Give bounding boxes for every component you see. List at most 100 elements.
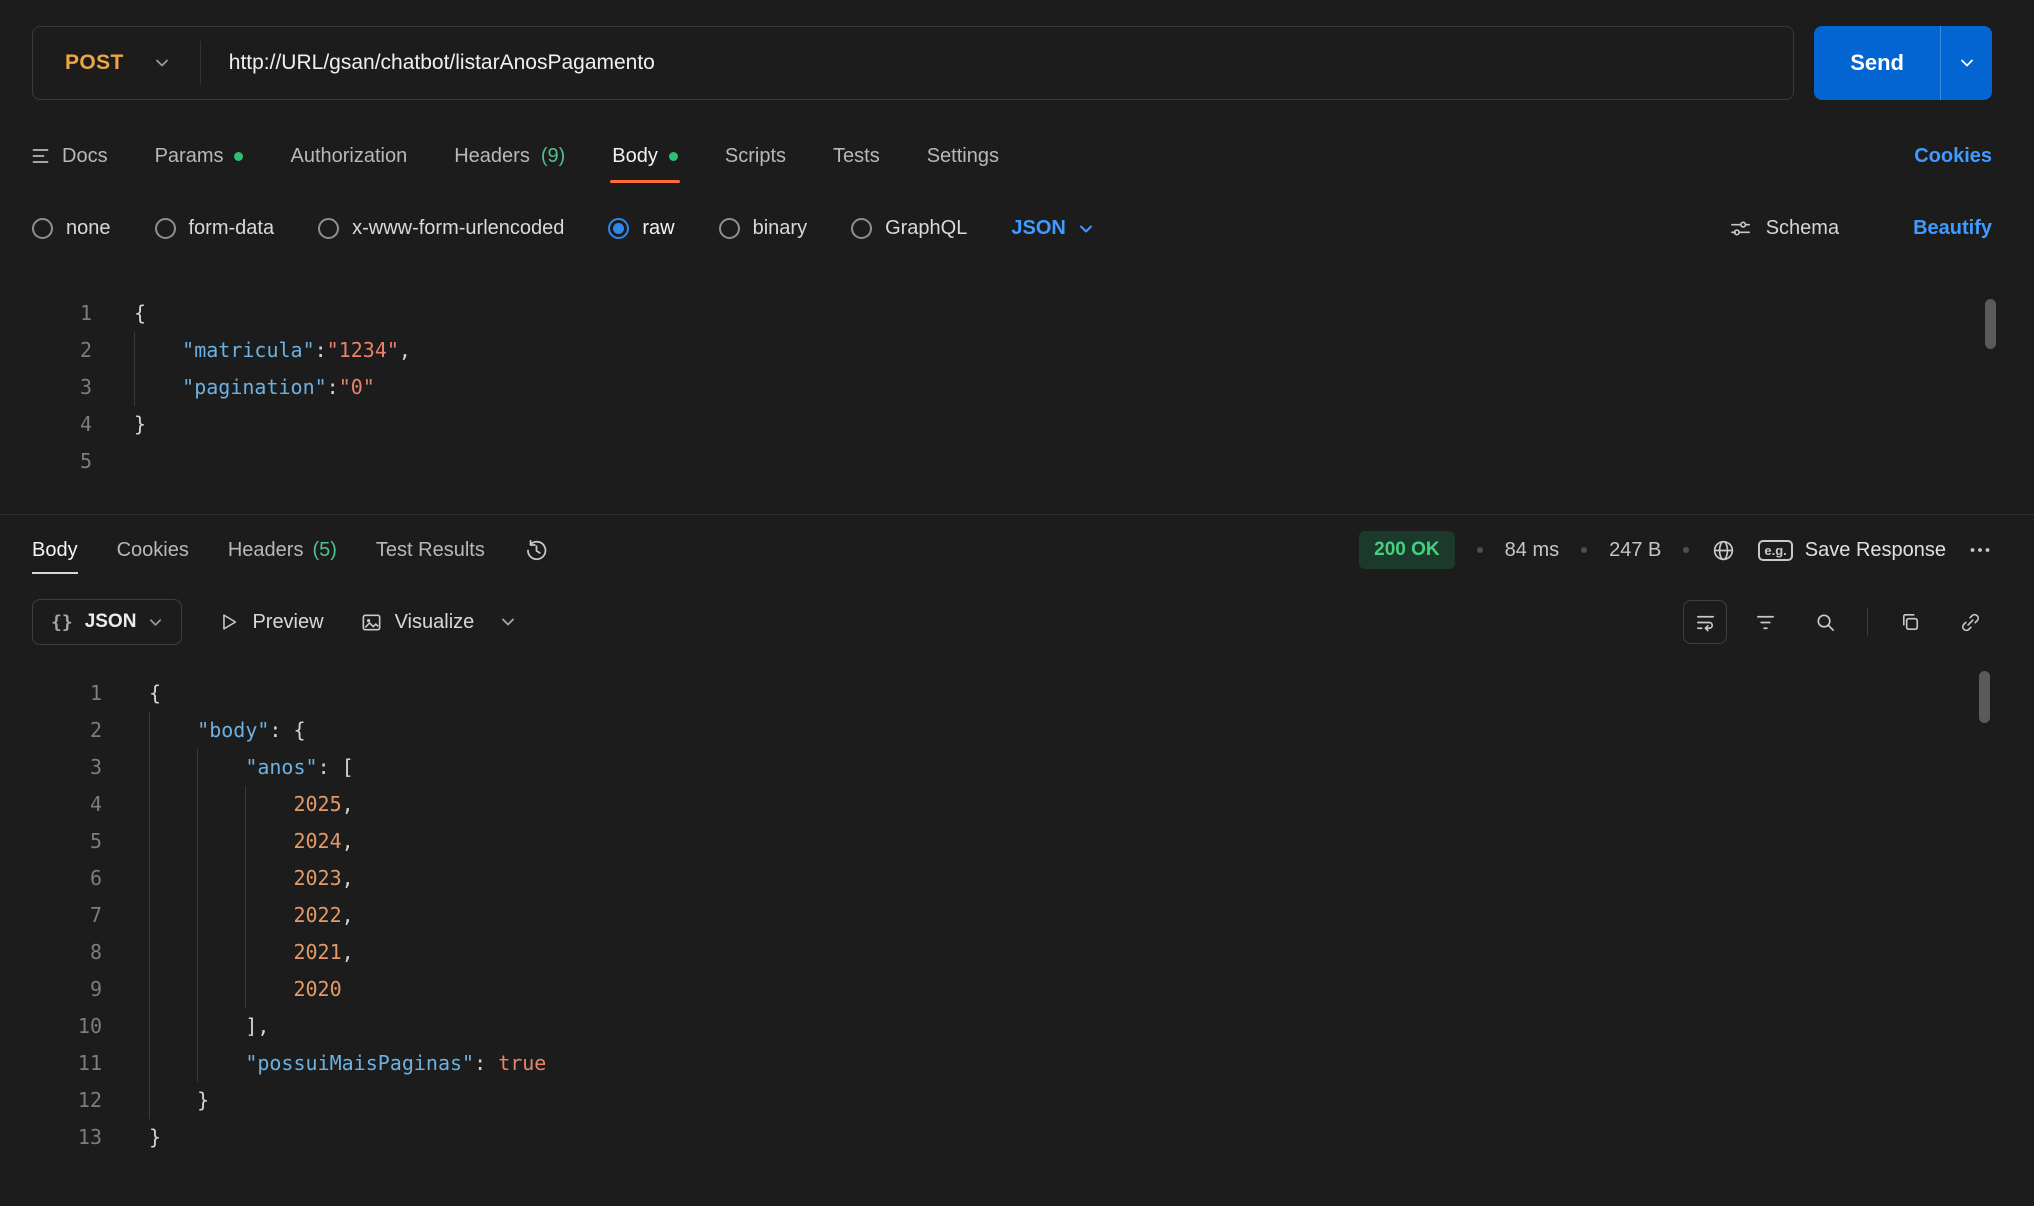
indent-guide [149, 749, 197, 786]
response-tab-cookies[interactable]: Cookies [117, 515, 189, 585]
line-number-gutter: 12345678910111213 [0, 675, 102, 1164]
wrap-text-icon[interactable] [1683, 600, 1727, 644]
radio-checked-icon [608, 218, 629, 239]
globe-icon[interactable] [1711, 538, 1736, 563]
code-line[interactable]: 2024, [149, 823, 546, 860]
preview-label: Preview [252, 611, 323, 634]
chevron-down-icon [1959, 55, 1975, 71]
code-line[interactable]: } [134, 406, 411, 443]
response-body-editor[interactable]: 12345678910111213 {"body": {"anos": [202… [0, 659, 2034, 1164]
indent-guide [149, 712, 197, 749]
code-token: [ [342, 755, 354, 779]
more-options-icon[interactable] [1968, 538, 1992, 562]
beautify-button[interactable]: Beautify [1913, 217, 1992, 240]
copy-icon[interactable] [1888, 600, 1932, 644]
indent-guide [197, 823, 245, 860]
response-tab-body[interactable]: Body [32, 515, 78, 585]
save-response-button[interactable]: e.g. Save Response [1758, 539, 1946, 562]
tab-label: Headers [228, 539, 304, 562]
tab-headers[interactable]: Headers (9) [454, 130, 565, 182]
line-number: 2 [0, 332, 92, 369]
code-line[interactable]: 2020 [149, 971, 546, 1008]
code-line[interactable]: "body": { [149, 712, 546, 749]
line-number: 1 [0, 675, 102, 712]
image-icon [360, 611, 383, 634]
code-line[interactable]: } [149, 1082, 546, 1119]
body-type-raw[interactable]: raw [608, 217, 674, 240]
response-format-dropdown[interactable]: {} JSON [32, 599, 182, 645]
response-tab-headers[interactable]: Headers (5) [228, 515, 337, 585]
code-token: 2022 [293, 903, 341, 927]
body-type-urlencoded[interactable]: x-www-form-urlencoded [318, 217, 564, 240]
scrollbar-thumb[interactable] [1979, 671, 1990, 723]
filter-icon[interactable] [1743, 600, 1787, 644]
method-dropdown[interactable]: POST [33, 27, 200, 99]
code-token: : [474, 1051, 498, 1075]
code-line[interactable]: ], [149, 1008, 546, 1045]
line-number: 3 [0, 369, 92, 406]
body-type-form-data[interactable]: form-data [155, 217, 275, 240]
code-line[interactable]: { [149, 675, 546, 712]
code-line[interactable]: { [134, 295, 411, 332]
body-type-graphql[interactable]: GraphQL [851, 217, 967, 240]
code-line[interactable]: 2025, [149, 786, 546, 823]
tab-tests[interactable]: Tests [833, 130, 880, 182]
preview-button[interactable]: Preview [218, 611, 323, 634]
indent-guide [197, 934, 245, 971]
tab-scripts[interactable]: Scripts [725, 130, 786, 182]
indent-guide [134, 369, 182, 406]
indent-guide [245, 971, 293, 1008]
response-tab-test-results[interactable]: Test Results [376, 515, 485, 585]
tab-params[interactable]: Params [155, 130, 244, 182]
code-line[interactable]: "pagination":"0" [134, 369, 411, 406]
history-icon[interactable] [524, 538, 549, 563]
link-icon[interactable] [1948, 600, 1992, 644]
code-line[interactable]: "anos": [ [149, 749, 546, 786]
tab-settings[interactable]: Settings [927, 130, 999, 182]
body-type-binary[interactable]: binary [719, 217, 807, 240]
indent-guide [245, 860, 293, 897]
request-url-row: POST http://URL/gsan/chatbot/listarAnosP… [32, 26, 1992, 100]
line-number: 13 [0, 1119, 102, 1156]
indent-guide [197, 1008, 245, 1045]
tab-authorization[interactable]: Authorization [290, 130, 407, 182]
tab-label: Scripts [725, 145, 786, 168]
modified-dot-icon [234, 152, 243, 161]
body-type-row: none form-data x-www-form-urlencoded raw… [32, 201, 1992, 256]
schema-button[interactable]: Schema [1729, 217, 1839, 240]
chevron-down-icon[interactable] [500, 614, 516, 630]
line-number: 6 [0, 860, 102, 897]
code-token: "body" [197, 718, 269, 742]
url-input[interactable]: http://URL/gsan/chatbot/listarAnosPagame… [201, 51, 1793, 75]
docs-icon [32, 148, 51, 164]
code-line[interactable]: "possuiMaisPaginas": true [149, 1045, 546, 1082]
response-header: Body Cookies Headers (5) Test Results 20… [32, 515, 1992, 585]
code-line[interactable]: } [149, 1119, 546, 1156]
code-token: , [342, 903, 354, 927]
line-number: 11 [0, 1045, 102, 1082]
response-status-group: 200 OK 84 ms 247 B e.g. Save Response [1359, 531, 1992, 569]
code-line[interactable]: 2021, [149, 934, 546, 971]
code-line[interactable] [134, 443, 411, 480]
visualize-button[interactable]: Visualize [360, 611, 475, 634]
code-line[interactable]: 2022, [149, 897, 546, 934]
response-time: 84 ms [1505, 539, 1559, 562]
status-badge[interactable]: 200 OK [1359, 531, 1454, 569]
search-icon[interactable] [1803, 600, 1847, 644]
headers-count: (5) [312, 539, 336, 562]
language-dropdown[interactable]: JSON [1011, 217, 1093, 240]
body-type-none[interactable]: none [32, 217, 111, 240]
request-body-editor[interactable]: 12345 {"matricula":"1234","pagination":"… [0, 283, 2034, 515]
cookies-link[interactable]: Cookies [1914, 145, 1992, 168]
tab-body[interactable]: Body [612, 130, 678, 182]
send-options-button[interactable] [1940, 26, 1992, 100]
code-token: "possuiMaisPaginas" [245, 1051, 474, 1075]
line-number: 4 [0, 786, 102, 823]
code-line[interactable]: "matricula":"1234", [134, 332, 411, 369]
send-button[interactable]: Send [1814, 26, 1940, 100]
tab-docs[interactable]: Docs [32, 130, 108, 182]
code-line[interactable]: 2023, [149, 860, 546, 897]
divider [1867, 608, 1868, 636]
scrollbar-thumb[interactable] [1985, 299, 1996, 349]
indent-guide [149, 1045, 197, 1082]
